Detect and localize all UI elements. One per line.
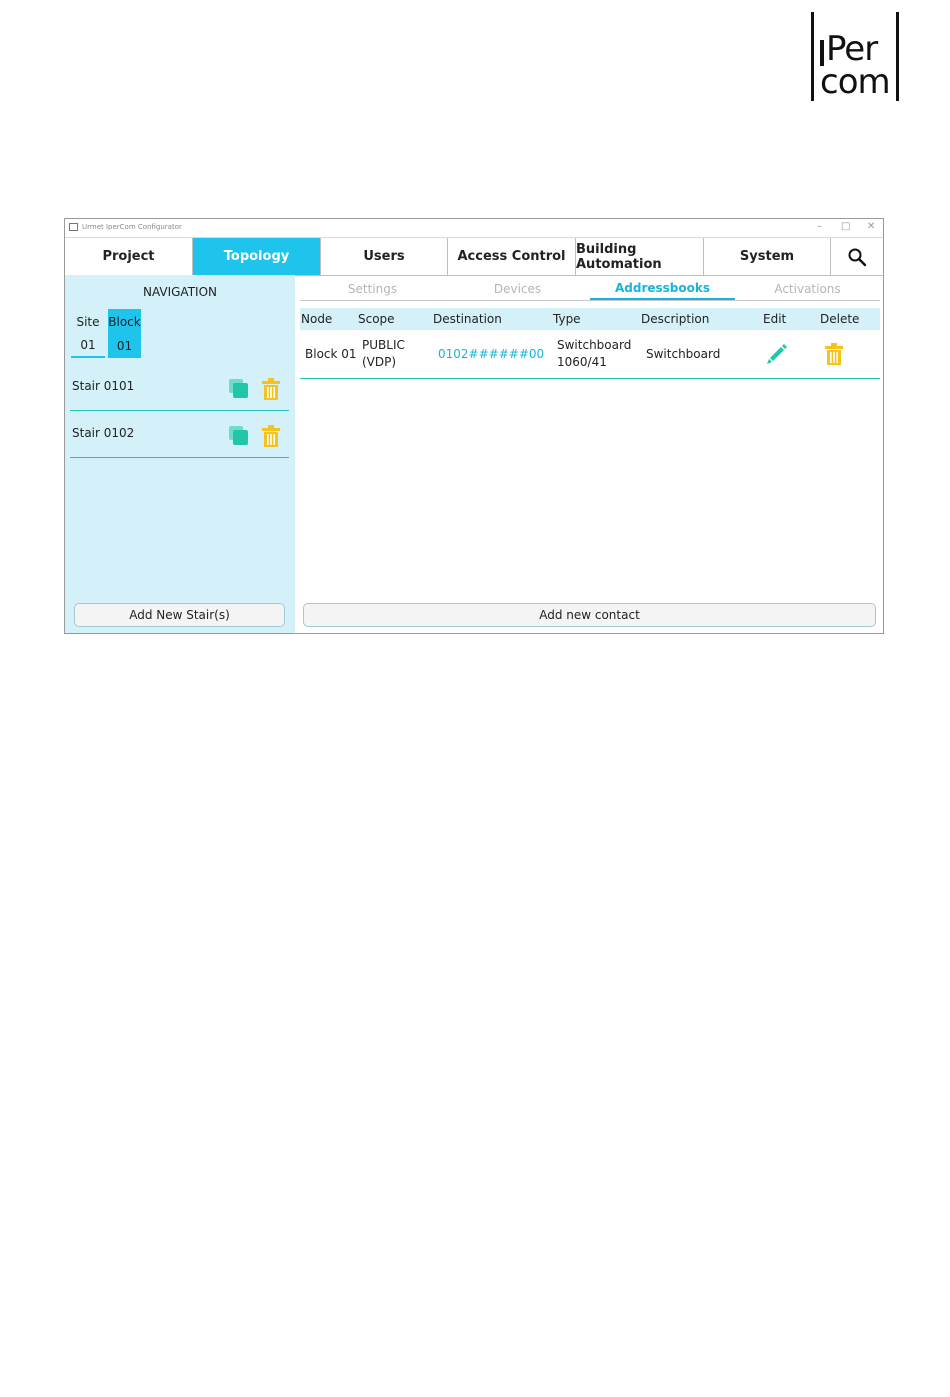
header-node: Node — [301, 312, 333, 326]
pencil-icon[interactable] — [766, 343, 788, 365]
cell-scope-line1: PUBLIC — [362, 338, 405, 352]
menu-users[interactable]: Users — [321, 238, 448, 275]
header-scope: Scope — [358, 312, 395, 326]
search-icon — [848, 248, 867, 266]
tab-site[interactable]: Site — [71, 309, 105, 334]
stair-label: Stair 0101 — [72, 379, 135, 393]
copy-icon[interactable] — [228, 378, 250, 400]
menu-access-control[interactable]: Access Control — [448, 238, 576, 275]
app-icon — [69, 223, 78, 231]
cell-destination[interactable]: 0102######00 — [438, 347, 544, 361]
cell-scope-line2: (VDP) — [362, 355, 397, 369]
tab-block[interactable]: Block — [108, 309, 141, 334]
app-window: Urmet IperCom Configurator – □ ✕ Project… — [64, 218, 884, 634]
table-header: Node Scope Destination Type Description … — [300, 308, 880, 330]
cell-type-line2: 1060/41 — [557, 355, 607, 369]
subtab-bar: Settings Devices Addressbooks Activation… — [300, 278, 880, 301]
logo-left-bar — [811, 12, 814, 101]
header-edit: Edit — [763, 312, 787, 326]
navigation-title: NAVIGATION — [142, 285, 218, 299]
trash-icon[interactable] — [825, 343, 843, 365]
search-button[interactable] — [831, 238, 883, 275]
stair-item-0101[interactable]: Stair 0101 — [70, 365, 289, 411]
navigation-panel: NAVIGATION Site 01 Block 01 Stair 0101 S… — [65, 275, 295, 633]
logo-right-bar — [896, 12, 899, 101]
menu-system[interactable]: System — [704, 238, 831, 275]
subtab-settings[interactable]: Settings — [300, 278, 445, 300]
menu-topology[interactable]: Topology — [193, 238, 321, 275]
header-type: Type — [553, 312, 581, 326]
block-value[interactable]: 01 — [108, 334, 141, 358]
header-destination: Destination — [433, 312, 502, 326]
trash-icon[interactable] — [262, 378, 280, 400]
subtab-activations[interactable]: Activations — [735, 278, 880, 300]
add-new-contact-button[interactable]: Add new contact — [303, 603, 876, 627]
window-title: Urmet IperCom Configurator — [82, 223, 182, 231]
header-delete: Delete — [820, 312, 860, 326]
main-menu: Project Topology Users Access Control Bu… — [65, 238, 883, 276]
cell-description: Switchboard — [646, 347, 721, 361]
subtab-addressbooks[interactable]: Addressbooks — [590, 278, 735, 300]
cell-type-line1: Switchboard — [557, 338, 632, 352]
stair-label: Stair 0102 — [72, 426, 135, 440]
menu-project[interactable]: Project — [65, 238, 193, 275]
minimize-button[interactable]: – — [817, 221, 822, 232]
table-row[interactable]: Block 01 PUBLIC (VDP) 0102######00 Switc… — [300, 332, 880, 379]
copy-icon[interactable] — [228, 425, 250, 447]
logo-line2: com — [820, 62, 891, 102]
subtab-devices[interactable]: Devices — [445, 278, 590, 300]
trash-icon[interactable] — [262, 425, 280, 447]
ipercom-logo: Per com — [811, 10, 901, 102]
site-value[interactable]: 01 — [71, 334, 105, 358]
add-new-stair-button[interactable]: Add New Stair(s) — [74, 603, 285, 627]
header-description: Description — [641, 312, 710, 326]
content-area: NAVIGATION Site 01 Block 01 Stair 0101 S… — [65, 275, 883, 633]
stair-item-0102[interactable]: Stair 0102 — [70, 412, 289, 458]
cell-node: Block 01 — [305, 347, 357, 361]
close-button[interactable]: ✕ — [867, 221, 875, 232]
maximize-button[interactable]: □ — [841, 221, 850, 232]
title-bar: Urmet IperCom Configurator – □ ✕ — [65, 219, 883, 238]
menu-building-automation[interactable]: Building Automation — [576, 238, 704, 275]
logo-line1: Per — [826, 29, 878, 69]
